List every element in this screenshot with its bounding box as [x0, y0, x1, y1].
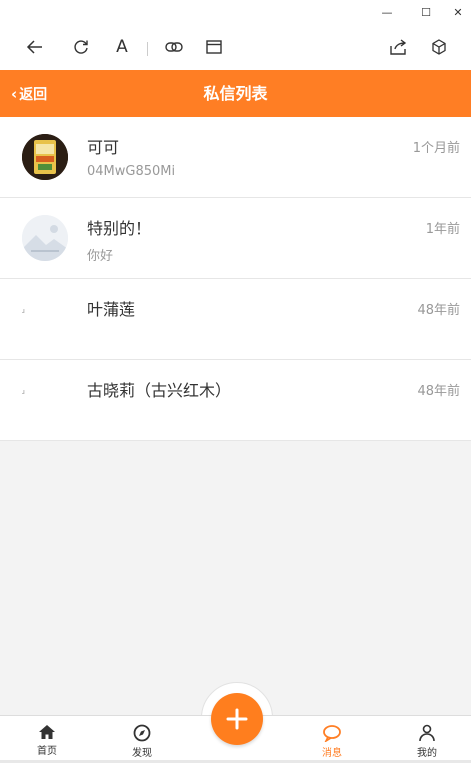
- message-time: 48年前: [417, 303, 460, 318]
- minimize-icon: —: [381, 5, 393, 19]
- message-row[interactable]: 特别的！ 你好 1年前: [0, 198, 471, 279]
- message-row[interactable]: ɹ 古晓莉（古兴红木） 48年前: [0, 360, 471, 441]
- toolbar-divider: [147, 42, 148, 56]
- message-row[interactable]: ɹ 叶蒲莲 48年前: [0, 279, 471, 360]
- home-icon: [39, 725, 55, 739]
- page-header: ‹ 返回 私信列表: [0, 70, 471, 117]
- cube-icon[interactable]: [427, 35, 451, 59]
- compass-icon: [133, 724, 151, 742]
- placeholder-landscape-avatar: [22, 215, 68, 261]
- contact-name: 古晓莉（古兴红木）: [87, 381, 232, 400]
- tab-label: 消息: [322, 748, 342, 759]
- maximize-icon: ☐: [421, 5, 431, 19]
- contact-name: 可可: [87, 138, 120, 157]
- message-list: 可可 04MwG850Mi 1个月前 特别的！ 你好 1年前 ɹ 叶蒲莲 48年…: [0, 117, 471, 441]
- message-row[interactable]: 可可 04MwG850Mi 1个月前: [0, 117, 471, 198]
- avatar: [22, 215, 68, 261]
- refresh-icon[interactable]: [69, 35, 93, 59]
- tab-label: 首页: [37, 746, 57, 757]
- back-arrow-icon[interactable]: [23, 35, 47, 59]
- plus-icon: [226, 708, 248, 730]
- add-post-button[interactable]: [211, 693, 263, 745]
- broken-image-icon: ɹ: [22, 388, 25, 396]
- tab-label: 我的: [417, 748, 437, 759]
- font-size-glyph: A: [116, 37, 128, 57]
- link-icon[interactable]: [162, 35, 186, 59]
- browser-toolbar: A: [0, 24, 471, 70]
- contact-name: 叶蒲莲: [87, 300, 136, 319]
- tab-home[interactable]: 首页: [17, 716, 77, 763]
- share-icon[interactable]: [386, 35, 410, 59]
- message-preview: 04MwG850Mi: [87, 164, 176, 179]
- tab-messages[interactable]: 消息: [302, 716, 362, 763]
- close-icon: ✕: [453, 5, 463, 19]
- broken-image-icon: ɹ: [22, 307, 25, 315]
- avatar: [22, 134, 68, 180]
- profile-icon: [419, 724, 435, 742]
- message-preview: 你好: [87, 249, 114, 264]
- font-size-icon[interactable]: A: [110, 35, 134, 59]
- maximize-button[interactable]: ☐: [414, 2, 438, 22]
- tab-discover[interactable]: 发现: [112, 716, 172, 763]
- product-photo-avatar: [22, 134, 68, 180]
- message-time: 48年前: [417, 384, 460, 399]
- page-title: 私信列表: [203, 84, 268, 103]
- contact-name: 特别的！: [87, 219, 152, 238]
- chat-bubble-icon: [323, 725, 341, 742]
- tab-profile[interactable]: 我的: [397, 716, 457, 763]
- message-time: 1年前: [425, 222, 460, 237]
- window-icon[interactable]: [202, 35, 226, 59]
- close-window-button[interactable]: ✕: [446, 2, 470, 22]
- message-time: 1个月前: [412, 141, 460, 156]
- minimize-button[interactable]: —: [375, 2, 399, 22]
- window-titlebar: — ☐ ✕: [0, 0, 471, 24]
- tab-label: 发现: [132, 748, 152, 759]
